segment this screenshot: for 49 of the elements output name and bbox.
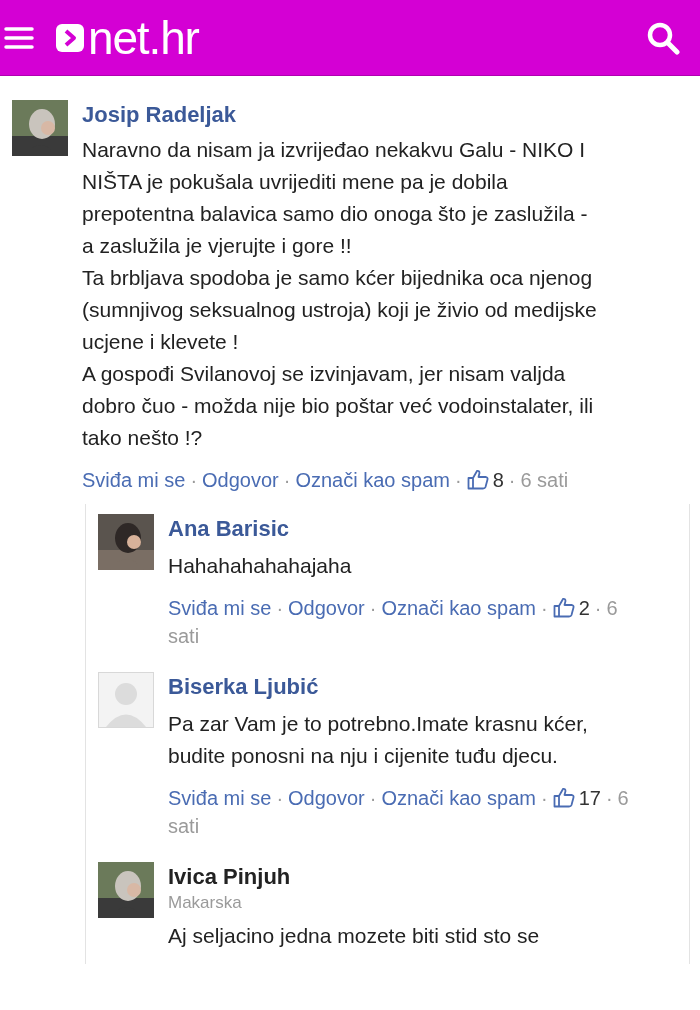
like-count: 2 [578, 597, 590, 619]
action-link[interactable]: Sviđa mi se [168, 597, 272, 619]
timestamp: 6 [606, 597, 618, 619]
separator-dot: · [190, 469, 198, 491]
thumbs-up-icon[interactable] [466, 469, 489, 490]
separator-dot: · [540, 787, 548, 809]
action-link[interactable]: Sviđa mi se [168, 787, 272, 809]
timestamp: sati [168, 815, 200, 837]
separator-dot: · [605, 787, 613, 809]
action-link[interactable]: Odgovor [202, 469, 279, 491]
author-name[interactable]: Josip Radeljak [82, 100, 678, 130]
separator-dot: · [276, 597, 284, 619]
comment-text: Pa zar Vam je to potrebno.Imate krasnu kćer, budite ponosni na nju i cijenite tuđu djecu. [168, 711, 589, 769]
author-name[interactable]: Ivica Pinjuh [168, 862, 652, 892]
timestamp: sati [537, 469, 569, 491]
timestamp: 6 [520, 469, 532, 491]
separator-dot: · [369, 597, 377, 619]
separator-dot: · [369, 787, 377, 809]
timestamp: sati [168, 625, 200, 647]
like-count: 8 [492, 469, 504, 491]
play-icon [56, 23, 84, 52]
timestamp: 6 [617, 787, 629, 809]
action-link[interactable]: Označi kao spam [381, 597, 536, 619]
action-link[interactable]: Odgovor [288, 787, 365, 809]
avatar-icon [98, 672, 154, 728]
separator-dot: · [508, 469, 516, 491]
search-icon[interactable] [646, 20, 680, 55]
action-link[interactable]: Odgovor [288, 597, 365, 619]
comment-text: Ta brbljava spodoba je samo kćer bijednika oca njenog (sumnjivog seksualnog ustroja) koji je živio od medijske ucjene i klevete ! [82, 265, 598, 355]
comment-text: A gospođi Svilanovoj se izvinjavam, jer nisam valjda dobro čuo - možda nije bio poštar već vodoinstalater, ili tako nešto !? [82, 361, 595, 451]
separator-dot: · [540, 597, 548, 619]
like-count: 17 [578, 787, 601, 809]
separator-dot: · [594, 597, 602, 619]
separator-dot: · [283, 469, 291, 491]
separator-dot: · [454, 469, 462, 491]
comment-text: Aj seljacino jedna mozete biti stid sto se [168, 923, 541, 949]
menu-icon[interactable] [4, 25, 34, 50]
action-link[interactable]: Označi kao spam [295, 469, 450, 491]
logo[interactable]: net.hr [88, 14, 199, 61]
author-name[interactable]: Biserka Ljubić [168, 672, 652, 702]
action-link[interactable]: Označi kao spam [381, 787, 536, 809]
thumbs-up-icon[interactable] [552, 597, 575, 618]
separator-dot: · [276, 787, 284, 809]
comment-text: Naravno da nisam ja izvrijeđao nekakvu Galu - NIKO I NIŠTA je pokušala uvrijediti mene pa je dobila prepotentna balavica samo dio onoga što je zaslužila - a zaslužila je vjerujte i gore !! [82, 137, 589, 259]
action-link[interactable]: Sviđa mi se [82, 469, 186, 491]
author-name[interactable]: Ana Barisic [168, 514, 652, 544]
comment-text: Hahahahahahajaha [168, 553, 353, 579]
thumbs-up-icon[interactable] [552, 787, 575, 808]
author-location: Makarska [168, 892, 243, 914]
